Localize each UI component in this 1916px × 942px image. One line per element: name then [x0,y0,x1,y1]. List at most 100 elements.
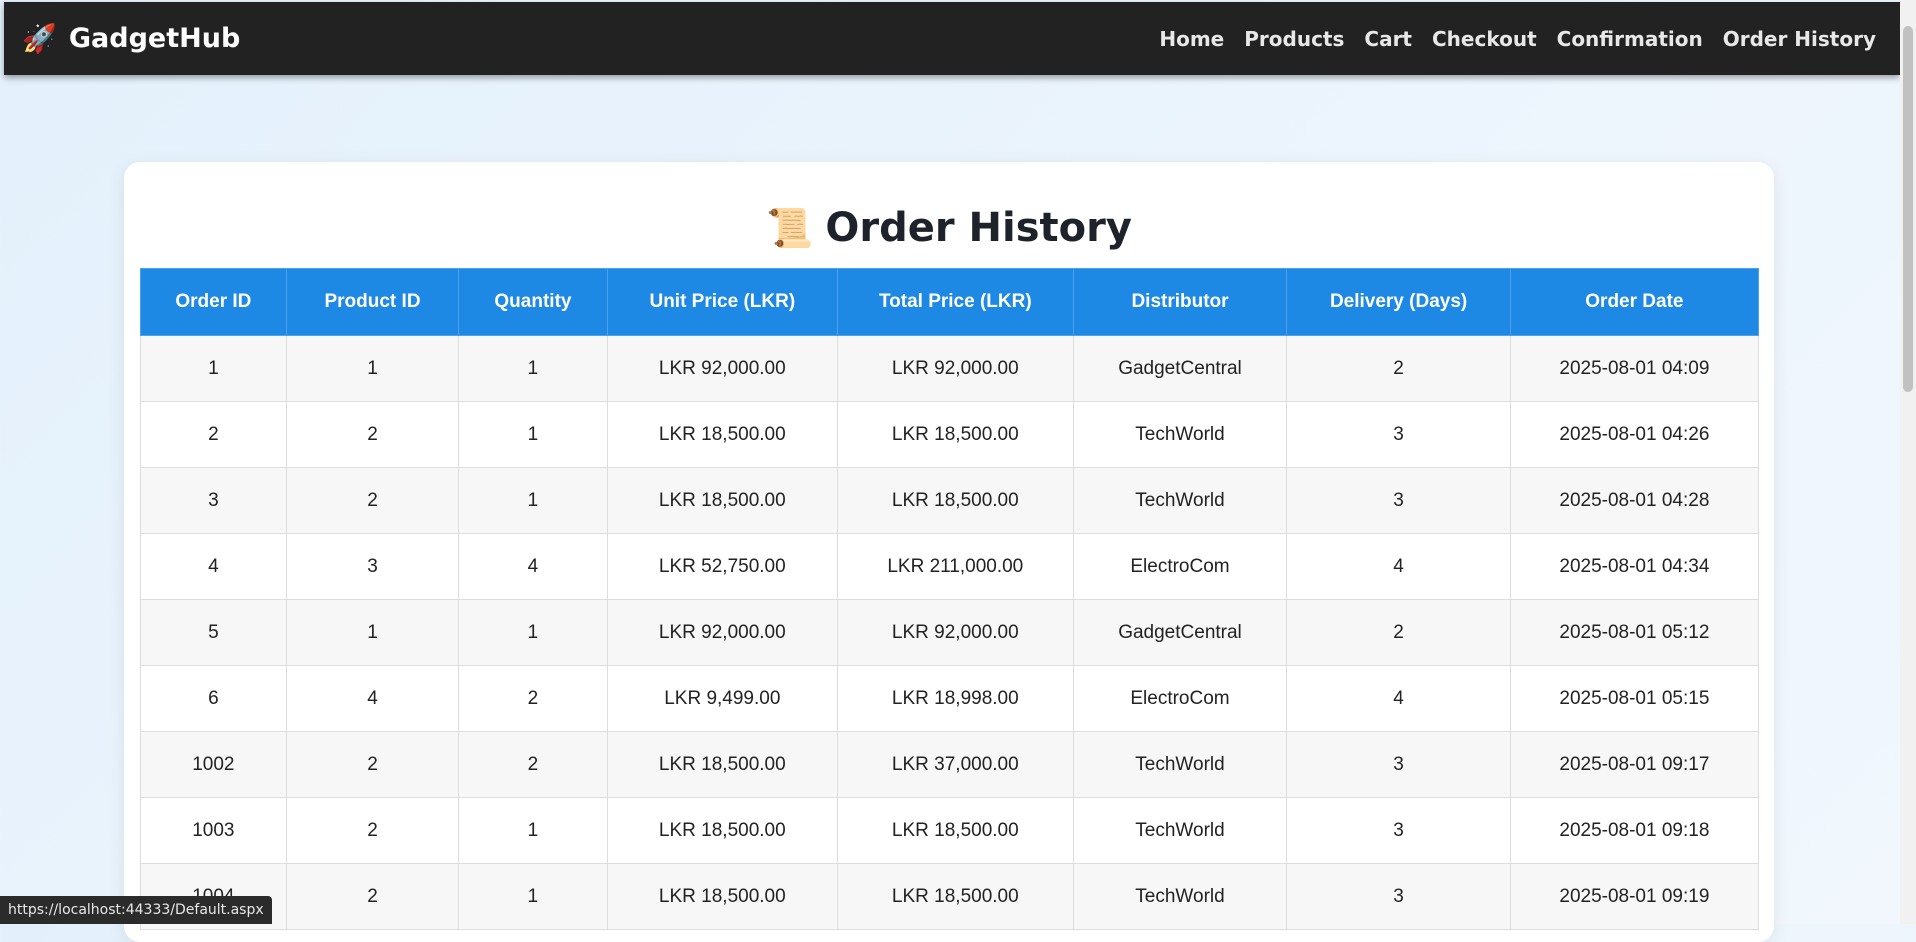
table-row: 1002 2 2 LKR 18,500.00 LKR 37,000.00 TechWorl… [140,731,1760,798]
cell-delivery-days: 2 [1286,335,1511,402]
nav-link-order-history[interactable]: Order History [1723,27,1876,51]
cell-total-price: LKR 92,000.00 [837,335,1074,402]
cell-order-id: 1003 [140,797,287,864]
cell-delivery-days: 4 [1286,533,1511,600]
cell-order-id: 6 [140,665,287,732]
table-row: 1 1 1 LKR 92,000.00 LKR 92,000.00 GadgetCentr… [140,335,1760,402]
cell-delivery-days: 3 [1286,797,1511,864]
cell-delivery-days: 3 [1286,401,1511,468]
cell-quantity: 4 [458,533,608,600]
column-header-product-id: Product ID [285,268,460,336]
cell-delivery-days: 3 [1286,467,1511,534]
cell-quantity: 1 [458,797,608,864]
cell-unit-price: LKR 92,000.00 [606,335,839,402]
cell-total-price: LKR 92,000.00 [837,599,1074,666]
cell-product-id: 2 [285,731,460,798]
cell-order-id: 5 [140,599,287,666]
cell-order-date: 2025-08-01 04:09 [1509,335,1760,402]
cell-unit-price: LKR 9,499.00 [606,665,839,732]
order-history-card: 📜 Order History Order ID Product ID Quant… [124,162,1774,942]
cell-quantity: 1 [458,599,608,666]
cell-unit-price: LKR 18,500.00 [606,401,839,468]
scrollbar-thumb[interactable] [1903,26,1913,392]
cell-unit-price: LKR 92,000.00 [606,599,839,666]
table-row: 100421LKR 18,500.00LKR 18,500.00TechWorl… [140,863,1760,930]
rocket-icon: 🚀 [22,21,57,55]
cell-distributor: GadgetCentral [1072,599,1288,666]
cell-quantity: 1 [458,863,608,930]
brand-name[interactable]: GadgetHub [69,23,240,54]
cell-product-id: 2 [285,401,460,468]
cell-order-id: 3 [140,467,287,534]
column-header-order-date: Order Date [1509,268,1760,336]
status-bar-url: https://localhost:44333/Default.aspx [0,896,272,924]
nav-link-checkout[interactable]: Checkout [1432,27,1537,51]
vertical-scrollbar[interactable] [1900,0,1916,924]
cell-delivery-days: 3 [1286,731,1511,798]
cell-unit-price: LKR 18,500.00 [606,797,839,864]
cell-total-price: LKR 211,000.00 [837,533,1074,600]
order-history-table: Order ID Product ID Quantity Unit Price … [140,268,1760,930]
cell-product-id: 1 [285,335,460,402]
cell-total-price: LKR 18,500.00 [837,863,1074,930]
cell-quantity: 1 [458,467,608,534]
page-title: 📜 Order History [124,208,1774,248]
cell-order-date: 2025-08-01 04:26 [1509,401,1760,468]
cell-unit-price: LKR 18,500.00 [606,731,839,798]
scroll-icon: 📜 [766,206,814,250]
cell-distributor: GadgetCentral [1072,335,1288,402]
column-header-unit-price: Unit Price (LKR) [606,268,839,336]
cell-total-price: LKR 18,500.00 [837,401,1074,468]
cell-order-id: 1002 [140,731,287,798]
cell-distributor: TechWorld [1072,401,1288,468]
cell-order-date: 2025-08-01 09:19 [1509,863,1760,930]
table-row: 4 3 4 LKR 52,750.00 LKR 211,000.00 ElectroCom… [140,533,1760,600]
cell-order-id: 4 [140,533,287,600]
cell-product-id: 1 [285,599,460,666]
nav-link-home[interactable]: Home [1159,27,1224,51]
table-row: 2 2 1 LKR 18,500.00 LKR 18,500.00 TechWorld 3 2… [140,401,1760,468]
cell-order-date: 2025-08-01 05:12 [1509,599,1760,666]
nav-link-products[interactable]: Products [1244,27,1344,51]
cell-order-id: 2 [140,401,287,468]
cell-delivery-days: 4 [1286,665,1511,732]
navbar: 🚀 GadgetHub Home Products Cart Checkout … [4,2,1900,75]
table-header-row: Order ID Product ID Quantity Unit Price … [140,268,1760,336]
cell-order-date: 2025-08-01 04:34 [1509,533,1760,600]
cell-product-id: 3 [285,533,460,600]
cell-order-date: 2025-08-01 09:17 [1509,731,1760,798]
cell-total-price: LKR 18,500.00 [837,467,1074,534]
cell-delivery-days: 3 [1286,863,1511,930]
table-row: 1003 2 1 LKR 18,500.00 LKR 18,500.00 TechWorl… [140,797,1760,864]
cell-unit-price: LKR 18,500.00 [606,863,839,930]
cell-product-id: 2 [285,863,460,930]
cell-quantity: 1 [458,335,608,402]
cell-total-price: LKR 18,998.00 [837,665,1074,732]
cell-distributor: TechWorld [1072,863,1288,930]
cell-order-date: 2025-08-01 04:28 [1509,467,1760,534]
column-header-quantity: Quantity [458,268,608,336]
cell-total-price: LKR 37,000.00 [837,731,1074,798]
cell-order-date: 2025-08-01 05:15 [1509,665,1760,732]
table-row: 6 4 2 LKR 9,499.00 LKR 18,998.00 ElectroCom 4 2… [140,665,1760,732]
brand[interactable]: 🚀 GadgetHub [22,23,240,54]
table-body: 1 1 1 LKR 92,000.00 LKR 92,000.00 GadgetCentr… [140,335,1760,930]
table-row: 3 2 1 LKR 18,500.00 LKR 18,500.00 TechWorld 3 2… [140,467,1760,534]
cell-quantity: 1 [458,401,608,468]
cell-unit-price: LKR 18,500.00 [606,467,839,534]
nav-links: Home Products Cart Checkout Confirmation… [1139,27,1876,51]
nav-link-confirmation[interactable]: Confirmation [1557,27,1703,51]
cell-product-id: 2 [285,797,460,864]
cell-order-date: 2025-08-01 09:18 [1509,797,1760,864]
cell-total-price: LKR 18,500.00 [837,797,1074,864]
cell-product-id: 2 [285,467,460,534]
cell-delivery-days: 2 [1286,599,1511,666]
cell-distributor: TechWorld [1072,797,1288,864]
column-header-total-price: Total Price (LKR) [837,268,1074,336]
cell-product-id: 4 [285,665,460,732]
table-row: 5 1 1 LKR 92,000.00 LKR 92,000.00 GadgetCentr… [140,599,1760,666]
cell-quantity: 2 [458,731,608,798]
column-header-delivery-days: Delivery (Days) [1286,268,1511,336]
nav-link-cart[interactable]: Cart [1364,27,1412,51]
cell-order-id: 1 [140,335,287,402]
